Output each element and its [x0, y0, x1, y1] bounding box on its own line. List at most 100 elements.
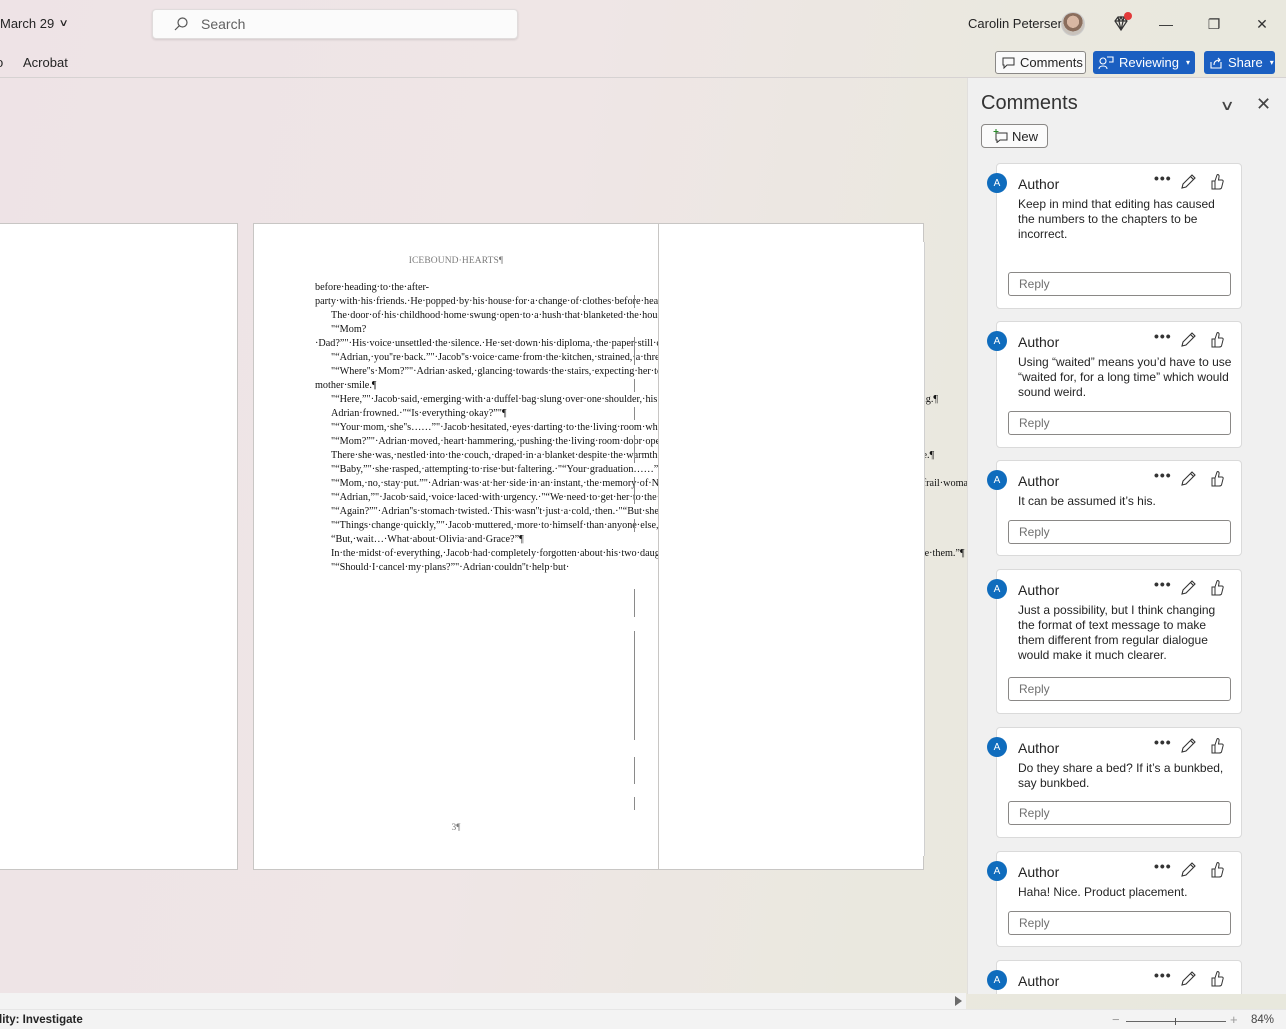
- document-paragraph[interactable]: "“Adrian,·you''re·back.”"·Jacob''s·voice…: [315, 351, 740, 365]
- notification-dot: [1124, 12, 1132, 20]
- edit-pencil-icon[interactable]: [1179, 331, 1197, 349]
- next-page[interactable]: [658, 223, 924, 870]
- zoom-slider-thumb[interactable]: [1175, 1018, 1176, 1025]
- comment-card[interactable]: A Author ••• Haha! Nice. Product placement.…: [987, 851, 1242, 947]
- document-title-menu[interactable]: March 29 ∨: [0, 16, 69, 31]
- edit-pencil-icon[interactable]: [1179, 970, 1197, 988]
- chevron-down-icon[interactable]: ∨: [1219, 97, 1234, 114]
- document-page[interactable]: ICEBOUND·HEARTS¶ before·heading·to·the·a…: [253, 223, 1029, 870]
- comment-card[interactable]: A Author ••• It can be assumed it’s his. Rep…: [987, 460, 1242, 556]
- document-paragraph[interactable]: The·door·of·his·childhood·home·swung·ope…: [315, 309, 673, 323]
- more-options-icon[interactable]: •••: [1154, 967, 1172, 983]
- document-paragraph[interactable]: "“Should·I·cancel·my·plans?”"·Adrian·cou…: [315, 561, 613, 575]
- document-paragraph[interactable]: There·she·was,·nestled·into·the·couch,·d…: [315, 449, 934, 463]
- comment-author: Author: [1018, 740, 1060, 756]
- comment-card[interactable]: A Author ••• Do they share a bed? If it’s a…: [987, 727, 1242, 838]
- document-paragraph[interactable]: “But,·wait…·What·about·Olivia·and·Grace?…: [315, 533, 613, 547]
- reply-input[interactable]: Reply: [1008, 911, 1231, 935]
- document-paragraph[interactable]: "“Mom?”"·Adrian·moved,·heart·hammering,·…: [315, 435, 672, 449]
- comment-card[interactable]: A Author •••: [987, 960, 1242, 994]
- comment-card[interactable]: A Author ••• Keep in mind that editing has …: [987, 163, 1242, 309]
- document-paragraph[interactable]: "“Things·change·quickly,”"·Jacob·muttere…: [315, 519, 749, 533]
- thumbs-up-icon[interactable]: [1209, 173, 1225, 191]
- scroll-right-arrow-icon[interactable]: [955, 996, 962, 1006]
- edit-pencil-icon[interactable]: [1179, 470, 1197, 488]
- close-window-button[interactable]: ✕: [1239, 10, 1285, 38]
- reply-input[interactable]: Reply: [1008, 411, 1231, 435]
- document-title: March 29: [0, 16, 55, 31]
- document-paragraph[interactable]: "“Baby,”"·she·rasped,·attempting·to·rise…: [315, 463, 667, 477]
- chevron-down-icon: ▾: [1185, 58, 1190, 67]
- author-avatar: A: [987, 331, 1007, 351]
- author-avatar: A: [987, 579, 1007, 599]
- document-paragraph[interactable]: "“Here,”"·Jacob·said,·emerging·with·a·du…: [315, 393, 938, 407]
- thumbs-up-icon[interactable]: [1209, 970, 1225, 988]
- accessibility-status[interactable]: lity: Investigate: [0, 1014, 83, 1026]
- tab-partial[interactable]: o: [0, 55, 3, 70]
- document-paragraph[interactable]: "“Adrian,”"·Jacob·said,·voice·laced·with…: [315, 491, 708, 505]
- more-options-icon[interactable]: •••: [1154, 170, 1172, 186]
- zoom-level[interactable]: 84%: [1251, 1014, 1274, 1026]
- reviewing-label: Reviewing: [1119, 55, 1179, 70]
- comment-text: Do they share a bed? If it’s a bunkbed, …: [1018, 761, 1224, 790]
- change-bar: [634, 589, 635, 617]
- comment-author: Author: [1018, 973, 1060, 989]
- edit-pencil-icon[interactable]: [1179, 173, 1197, 191]
- previous-page[interactable]: [0, 223, 238, 870]
- thumbs-up-icon[interactable]: [1209, 579, 1225, 597]
- reply-input[interactable]: Reply: [1008, 520, 1231, 544]
- close-pane-icon[interactable]: ✕: [1256, 94, 1271, 115]
- document-paragraph[interactable]: "“Mom?·Dad?”"·His·voice·unsettled·the·si…: [315, 323, 843, 351]
- new-comment-button[interactable]: New: [981, 124, 1048, 148]
- document-paragraph[interactable]: "“Mom,·no,·stay·put.”"·Adrian·was·at·her…: [315, 477, 1029, 491]
- reply-input[interactable]: Reply: [1008, 677, 1231, 701]
- more-options-icon[interactable]: •••: [1154, 858, 1172, 874]
- comment-card[interactable]: A Author ••• Just a possibility, but I thin…: [987, 569, 1242, 714]
- ribbon-tabs: o Acrobat Comments Reviewing ▾ Share ▾: [0, 48, 1286, 78]
- premium-diamond-button[interactable]: [1111, 12, 1132, 34]
- reply-input[interactable]: Reply: [1008, 272, 1231, 296]
- author-avatar: A: [987, 470, 1007, 490]
- document-body[interactable]: before·heading·to·the·after-party·with·h…: [315, 281, 1029, 575]
- comments-button[interactable]: Comments: [995, 51, 1086, 74]
- edit-pencil-icon[interactable]: [1179, 579, 1197, 597]
- more-options-icon[interactable]: •••: [1154, 328, 1172, 344]
- thumbs-up-icon[interactable]: [1209, 861, 1225, 879]
- reply-input[interactable]: Reply: [1008, 801, 1231, 825]
- comment-author: Author: [1018, 864, 1060, 880]
- share-label: Share: [1228, 55, 1263, 70]
- document-paragraph[interactable]: "“Where''s·Mom?”"·Adrian·asked,·glancing…: [315, 365, 763, 393]
- user-name[interactable]: Carolin Petersen: [968, 16, 1065, 31]
- minimize-button[interactable]: —: [1143, 10, 1189, 38]
- comment-text: Haha! Nice. Product placement.: [1018, 885, 1188, 899]
- document-paragraph[interactable]: Adrian·frowned.·"“Is·everything·okay?”"¶: [315, 407, 613, 421]
- more-options-icon[interactable]: •••: [1154, 734, 1172, 750]
- more-options-icon[interactable]: •••: [1154, 576, 1172, 592]
- more-options-icon[interactable]: •••: [1154, 467, 1172, 483]
- zoom-in-button[interactable]: +: [1230, 1012, 1238, 1027]
- comment-icon: [1002, 57, 1015, 69]
- zoom-slider[interactable]: [1126, 1021, 1226, 1022]
- document-paragraph[interactable]: "“Your·mom,·she''s……”"·Jacob·hesitated,·…: [315, 421, 790, 435]
- edit-pencil-icon[interactable]: [1179, 737, 1197, 755]
- thumbs-up-icon[interactable]: [1209, 470, 1225, 488]
- comment-card[interactable]: A Author ••• Using “waited” means you’d hav…: [987, 321, 1242, 448]
- comment-author: Author: [1018, 176, 1060, 192]
- document-paragraph[interactable]: "“Again?”"·Adrian''s·stomach·twisted.·Th…: [315, 505, 769, 519]
- edit-pencil-icon[interactable]: [1179, 861, 1197, 879]
- horizontal-scrollbar[interactable]: [0, 993, 966, 1009]
- search-box[interactable]: Search: [152, 9, 518, 39]
- reviewing-mode-button[interactable]: Reviewing ▾: [1093, 51, 1195, 74]
- title-bar: March 29 ∨ Search Carolin Petersen — ❐ ✕: [0, 0, 1286, 48]
- search-icon: [174, 17, 188, 31]
- share-button[interactable]: Share ▾: [1204, 51, 1275, 74]
- thumbs-up-icon[interactable]: [1209, 737, 1225, 755]
- author-avatar: A: [987, 737, 1007, 757]
- document-paragraph[interactable]: In·the·midst·of·everything,·Jacob·had·co…: [315, 547, 965, 561]
- user-avatar[interactable]: [1061, 12, 1085, 36]
- document-paragraph[interactable]: before·heading·to·the·after-party·with·h…: [315, 281, 709, 309]
- zoom-out-button[interactable]: −: [1112, 1012, 1120, 1027]
- thumbs-up-icon[interactable]: [1209, 331, 1225, 349]
- tab-acrobat[interactable]: Acrobat: [23, 55, 68, 70]
- restore-button[interactable]: ❐: [1191, 10, 1237, 38]
